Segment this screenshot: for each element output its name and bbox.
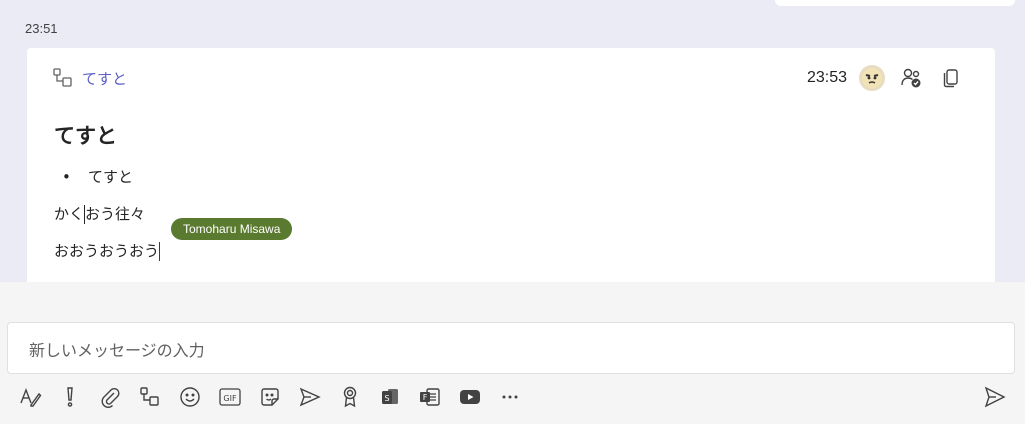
forms-icon[interactable]: F xyxy=(410,383,450,411)
collaborator-presence-tag: Tomoharu Misawa xyxy=(171,218,293,240)
gif-icon[interactable]: GIF xyxy=(210,383,250,411)
svg-text:GIF: GIF xyxy=(223,394,237,403)
content-heading[interactable]: てすと xyxy=(54,120,160,150)
loop-header[interactable]: てすと xyxy=(52,67,127,89)
important-icon[interactable] xyxy=(50,383,90,411)
loop-title-link[interactable]: てすと xyxy=(82,68,127,89)
schedule-meeting-icon[interactable] xyxy=(290,383,330,411)
loop-content[interactable]: てすと • てすと かくおう往々 おおうおうおう Tomoharu Misawa xyxy=(54,120,293,277)
copy-icon[interactable] xyxy=(937,64,965,92)
stream-icon[interactable]: S xyxy=(370,383,410,411)
attach-icon[interactable] xyxy=(90,383,130,411)
avatar[interactable] xyxy=(859,65,885,91)
compose-toolbar: GIF S F xyxy=(10,383,530,411)
line1-before: かく xyxy=(54,205,85,223)
message-input[interactable] xyxy=(27,337,931,363)
collaborator-cursor xyxy=(159,242,161,261)
line2-text: おおうおうおう xyxy=(54,242,160,260)
youtube-icon[interactable] xyxy=(450,383,490,411)
message-timestamp: 23:51 xyxy=(25,21,58,36)
loop-icon[interactable] xyxy=(130,383,170,411)
svg-text:S: S xyxy=(384,394,389,403)
bullet-item[interactable]: • てすと xyxy=(54,166,160,187)
people-icon[interactable] xyxy=(897,64,925,92)
previous-message-card xyxy=(775,0,1015,6)
bullet-text[interactable]: てすと xyxy=(88,166,133,187)
edited-time: 23:53 xyxy=(806,69,847,86)
content-line-2[interactable]: おおうおうおう xyxy=(54,240,161,261)
send-icon[interactable] xyxy=(980,383,1010,411)
bullet-dot: • xyxy=(62,167,71,186)
sticker-icon[interactable] xyxy=(250,383,290,411)
loop-component-card[interactable]: てすと 23:53 てすと • てすと かくおう往々 おおうおうおう Tomoh… xyxy=(27,48,995,282)
message-compose-box[interactable] xyxy=(7,322,1015,374)
chat-area: 23:51 てすと 23:53 てすと • てすと かくおう往々 おおうおうおう… xyxy=(0,0,1025,282)
content-line-1[interactable]: かくおう往々 xyxy=(54,203,160,224)
praise-icon[interactable] xyxy=(330,383,370,411)
card-actions: 23:53 xyxy=(807,64,965,92)
loop-icon xyxy=(52,67,74,89)
emoji-icon[interactable] xyxy=(170,383,210,411)
format-icon[interactable] xyxy=(10,383,50,411)
line1-after: おう往々 xyxy=(85,205,146,223)
svg-text:F: F xyxy=(423,393,428,402)
more-icon[interactable] xyxy=(490,383,530,411)
